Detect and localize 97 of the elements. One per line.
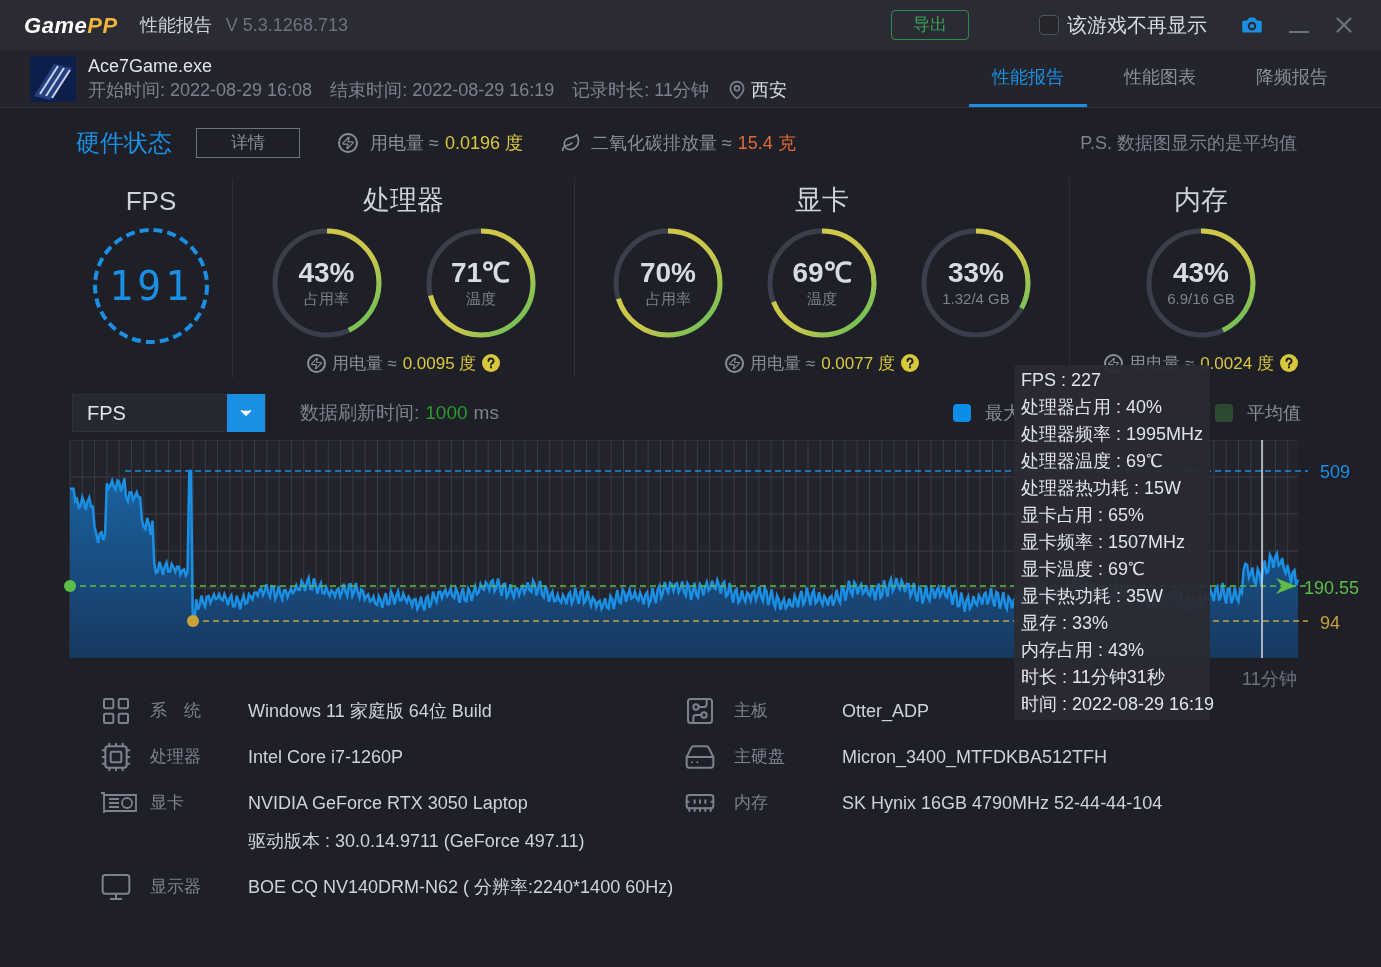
average-value: 190.55 (1304, 577, 1360, 600)
checkbox[interactable] (1039, 15, 1059, 35)
info-label: 主硬盘 (734, 746, 786, 768)
gauge-value: 43% (1172, 256, 1229, 289)
start-time: 开始时间: 2022-08-29 16:08 (88, 78, 313, 102)
chart-note: P.S. 数据图显示的是平均值 (1080, 131, 1297, 155)
monitor-icon (100, 871, 132, 903)
location: 西安 (750, 78, 787, 102)
fps-value: 191 (108, 262, 194, 311)
tooltip-line: FPS : 227 (1021, 369, 1103, 392)
end-time: 结束时间: 2022-08-29 16:19 (330, 78, 555, 102)
power-label: 用电量 ≈ (750, 352, 816, 375)
tab[interactable]: 性能图表 (1101, 50, 1219, 107)
info-label: 主板 (734, 700, 769, 722)
checkbox-label: 该游戏不再显示 (1067, 13, 1207, 38)
info-value: Windows 11 家庭版 64位 Build (248, 700, 492, 723)
grid-icon (100, 695, 132, 727)
max-value: 509 (1320, 461, 1351, 484)
gauge-label: 1.32/4 GB (942, 288, 1010, 309)
gauge-value: 69℃ (792, 256, 852, 289)
info-value: BOE CQ NV140DRM-N62 ( 分辨率:2240*1400 60Hz) (248, 876, 674, 899)
power-label: 用电量 ≈ (370, 131, 439, 155)
game-icon (30, 55, 76, 102)
tooltip-line: 显卡热功耗 : 35W (1021, 585, 1164, 608)
graphics-card-icon (100, 790, 138, 816)
gauge-value: 70% (639, 256, 696, 289)
legend-label: 最大 (985, 402, 1021, 425)
info-label: 系 统 (150, 700, 202, 722)
info-value: Micron_3400_MTFDKBA512TFH (842, 746, 1108, 770)
emission-icon (560, 132, 581, 154)
gauge-label: 占用率 (645, 288, 691, 309)
app-logo: GamePP (24, 11, 118, 40)
tooltip-line: 显卡频率 : 1507MHz (1021, 531, 1187, 554)
tooltip-line: 显存 : 33% (1021, 612, 1110, 635)
tooltip-line: 内存占用 : 43% (1021, 639, 1146, 662)
power-label: 用电量 ≈ (331, 352, 397, 375)
info-value: SK Hynix 16GB 4790MHz 52-44-44-104 (842, 792, 1163, 815)
metric-dropdown[interactable]: FPS (72, 394, 266, 432)
group-title: 内存 (1174, 184, 1228, 217)
tooltip-line: 显卡温度 : 69℃ (1021, 558, 1147, 581)
help-icon (482, 354, 501, 373)
co2-value: 15.4 克 (737, 131, 796, 155)
power-icon (306, 353, 326, 373)
version-label: V 5.3.1268.713 (225, 13, 348, 37)
help-icon (900, 354, 919, 373)
tooltip-line: 处理器频率 : 1995MHz (1021, 423, 1205, 446)
power-value: 0.0077 度 (821, 352, 895, 375)
x-axis-label: 11分钟 (1242, 668, 1297, 691)
export-button[interactable]: 导出 (891, 10, 969, 40)
circuit-board-icon (684, 695, 716, 727)
tooltip-line: 处理器热功耗 : 15W (1021, 477, 1182, 500)
details-button[interactable]: 详情 (196, 128, 300, 158)
game-name: Ace7Game.exe (88, 54, 214, 77)
gauge-value: 33% (947, 256, 1004, 289)
tooltip-line: 时长 : 11分钟31秒 (1021, 666, 1166, 689)
info-label: 显示器 (150, 876, 202, 898)
power-icon (725, 353, 745, 373)
power-value: 0.0024 度 (1200, 352, 1274, 375)
info-value: Otter_ADP (842, 700, 930, 724)
min-value: 94 (1320, 612, 1341, 635)
refresh-unit: ms (473, 400, 499, 425)
info-value: 驱动版本 : 30.0.14.9711 (GeForce 497.11) (248, 830, 585, 853)
tooltip-line: 显卡占用 : 65% (1021, 504, 1146, 527)
tab[interactable]: 降频报告 (1233, 50, 1351, 107)
fps-title: FPS (125, 185, 177, 218)
power-label: 用电量 ≈ (1129, 352, 1195, 375)
info-value: NVIDIA GeForce RTX 3050 Laptop (248, 792, 529, 815)
section-title: 硬件状态 (76, 128, 172, 158)
gauge-value: 43% (298, 256, 355, 289)
help-icon (1279, 354, 1298, 373)
gauge-label: 温度 (465, 288, 496, 309)
info-label: 显卡 (150, 792, 185, 814)
chip-icon (100, 741, 132, 773)
gauge-label: 占用率 (304, 288, 349, 309)
group-title: 显卡 (795, 184, 849, 217)
app-title: 性能报告 (139, 13, 212, 37)
gauge-label: 温度 (807, 288, 837, 309)
power-icon (338, 133, 358, 153)
legend-label: 平均值 (1247, 401, 1301, 425)
power-value: 0.0095 度 (402, 352, 477, 375)
tab[interactable]: 性能报告 (969, 50, 1087, 107)
co2-label: 二氧化碳排放量 ≈ (590, 131, 732, 155)
minimum-marker (187, 615, 199, 627)
gauge-value: 71℃ (450, 256, 511, 289)
tooltip-line: 处理器温度 : 69℃ (1021, 450, 1165, 473)
average-marker (64, 580, 76, 593)
record-duration: 记录时长: 11分钟 (572, 78, 709, 102)
gauge-label: 6.9/16 GB (1167, 288, 1235, 309)
info-label: 处理器 (150, 746, 202, 768)
info-value: Intel Core i7-1260P (248, 746, 404, 769)
refresh-label: 数据刷新时间: (300, 400, 420, 425)
minimize-icon (1289, 31, 1309, 33)
tooltip-line: 处理器占用 : 40% (1021, 396, 1164, 417)
info-label: 内存 (734, 792, 769, 814)
refresh-value: 1000 (425, 400, 468, 425)
group-title: 处理器 (363, 184, 444, 217)
power-value: 0.0196 度 (444, 131, 523, 155)
